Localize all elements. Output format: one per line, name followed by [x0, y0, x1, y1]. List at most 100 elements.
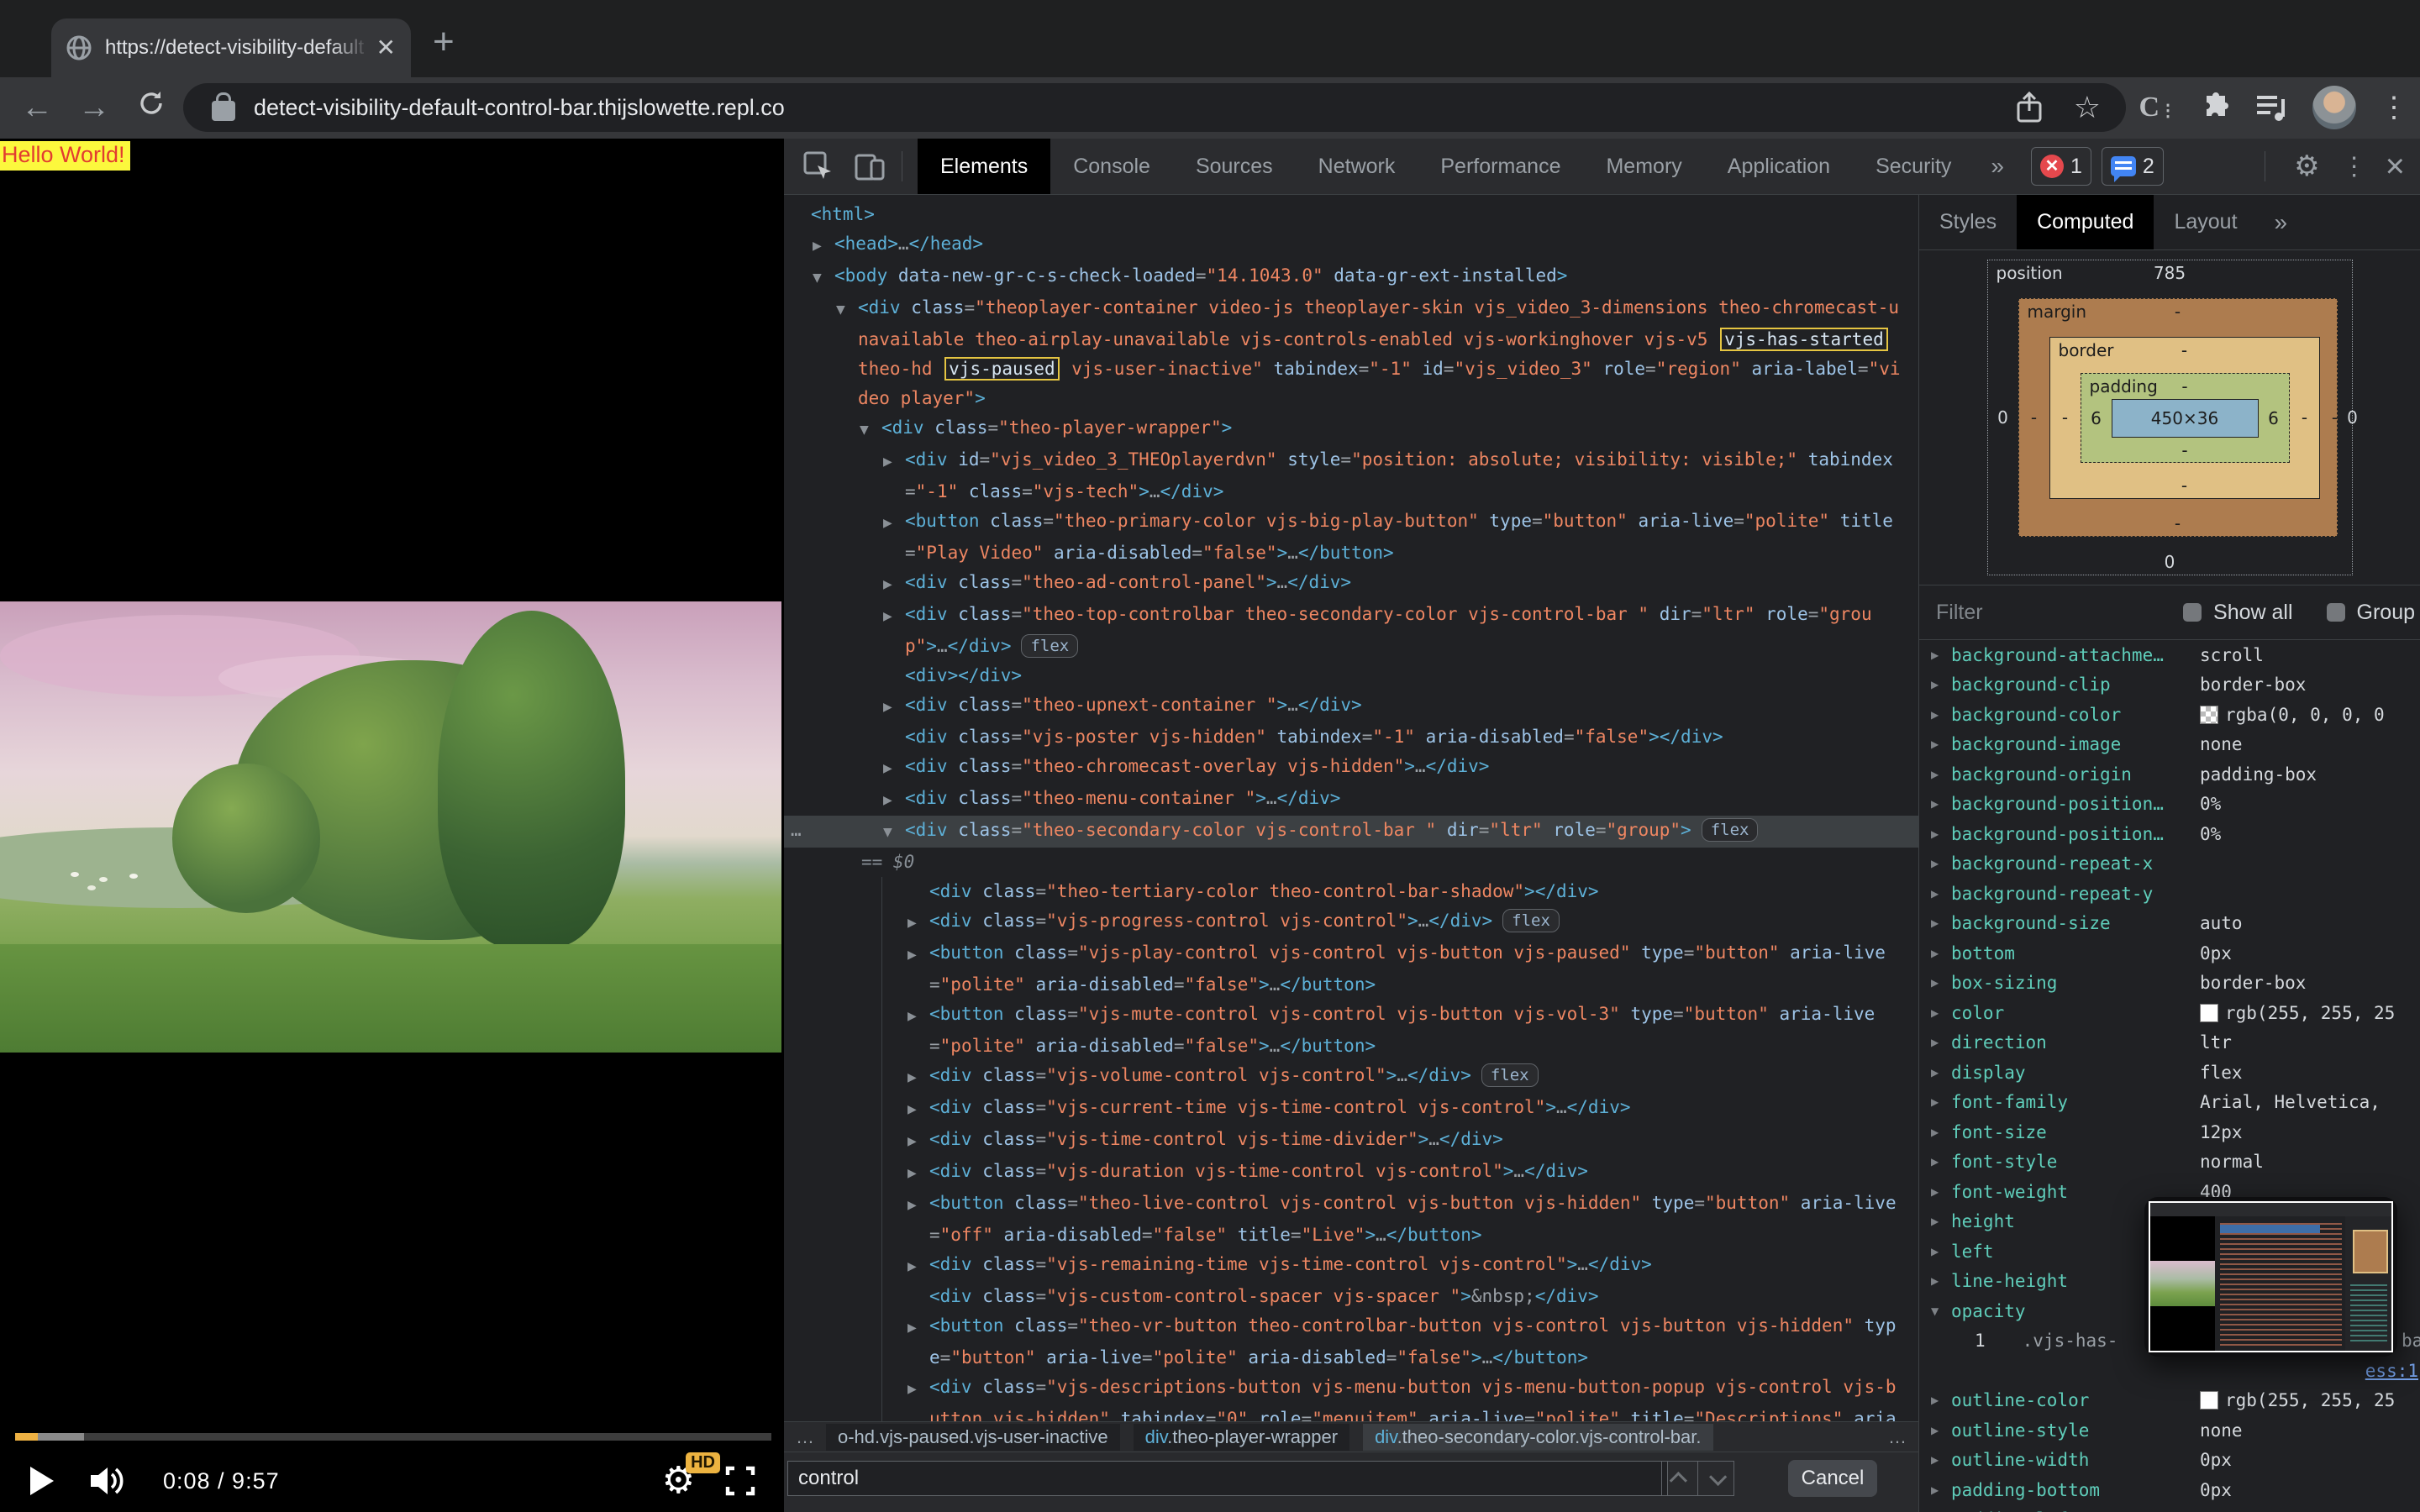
position-bottom-value[interactable]: 0	[2165, 552, 2175, 572]
dom-tree-line[interactable]: ▶<div class="vjs-remaining-time vjs-time…	[882, 1250, 1918, 1282]
computed-property-row[interactable]: ▶colorrgb(255, 255, 25	[1919, 998, 2420, 1028]
tree-expand-arrow-icon[interactable]: ▶	[908, 1095, 929, 1125]
position-left-value[interactable]: 0	[1988, 407, 2018, 428]
dom-tree-line[interactable]: ▶<div class="theo-upnext-container ">…</…	[784, 690, 1918, 722]
devtools-tab-memory[interactable]: Memory	[1583, 139, 1704, 194]
dom-tree-line[interactable]: ▶<div class="theo-ad-control-panel">…</d…	[784, 568, 1918, 600]
screenshot-preview-thumbnail[interactable]	[2144, 1197, 2397, 1357]
dom-tree-line[interactable]: ▶<div class="vjs-time-control vjs-time-d…	[882, 1125, 1918, 1157]
dom-tree-line[interactable]: <div class="vjs-custom-control-spacer vj…	[882, 1282, 1918, 1311]
computed-property-row[interactable]: ▶font-familyArial, Helvetica,	[1919, 1088, 2420, 1118]
breadcrumb-item[interactable]: o-hd.vjs-paused.vjs-user-inactive	[826, 1424, 1120, 1451]
devtools-tab-performance[interactable]: Performance	[1418, 139, 1583, 194]
computed-property-row[interactable]: ▶font-stylenormal	[1919, 1147, 2420, 1178]
property-expand-arrow-icon[interactable]: ▶	[1931, 738, 1951, 750]
property-expand-arrow-icon[interactable]: ▶	[1931, 1394, 1951, 1406]
dom-tree-line[interactable]: ▶<div class="vjs-duration vjs-time-contr…	[882, 1157, 1918, 1189]
find-next-button[interactable]	[1697, 1462, 1733, 1495]
computed-property-row[interactable]: ▶padding-bottom0px	[1919, 1475, 2420, 1505]
tree-expand-arrow-icon[interactable]: ▶	[908, 1063, 929, 1093]
computed-property-row[interactable]: ▶background-colorrgba(0, 0, 0, 0	[1919, 700, 2420, 730]
dom-tree-line[interactable]: ▼<div class="theoplayer-container video-…	[784, 293, 1918, 413]
tree-expand-arrow-icon[interactable]: ▶	[908, 1127, 929, 1157]
devtools-tab-application[interactable]: Application	[1705, 139, 1853, 194]
computed-property-row[interactable]: ▶background-position…0%	[1919, 819, 2420, 849]
flex-badge[interactable]: flex	[1021, 634, 1078, 658]
sidebar-tab-layout[interactable]: Layout	[2154, 195, 2257, 249]
computed-property-row[interactable]: ▶outline-width0px	[1919, 1446, 2420, 1476]
playlist-icon[interactable]	[2255, 92, 2289, 123]
color-swatch[interactable]	[2200, 1004, 2218, 1022]
tree-expand-arrow-icon[interactable]: ▶	[883, 786, 905, 816]
padding-left-value[interactable]: 6	[2081, 408, 2112, 428]
sidebar-tab-computed[interactable]: Computed	[2017, 195, 2154, 249]
dom-tree-line[interactable]: ▶<button class="theo-live-control vjs-co…	[882, 1189, 1918, 1250]
tree-expand-arrow-icon[interactable]: ▶	[883, 570, 905, 600]
dom-tree-line[interactable]: ▶<button class="theo-vr-button theo-cont…	[882, 1311, 1918, 1373]
error-badge[interactable]: ✕ 1	[2031, 147, 2091, 186]
border-left-value[interactable]: -	[2050, 407, 2081, 428]
border-right-value[interactable]: -	[2290, 407, 2320, 428]
find-input[interactable]	[787, 1461, 1668, 1496]
margin-top-value[interactable]: -	[2175, 302, 2181, 322]
dom-tree-line[interactable]: ▶<div class="theo-top-controlbar theo-se…	[784, 600, 1918, 661]
padding-bottom-value[interactable]: -	[2181, 440, 2187, 460]
tree-expand-arrow-icon[interactable]: ▶	[883, 754, 905, 784]
computed-property-row[interactable]: ▶padding-left6px	[1919, 1505, 2420, 1512]
color-swatch[interactable]	[2200, 706, 2218, 724]
property-expand-arrow-icon[interactable]: ▶	[1931, 1037, 1951, 1048]
find-previous-button[interactable]	[1662, 1462, 1697, 1495]
devtools-menu-icon[interactable]: ⋮	[2342, 152, 2367, 181]
position-top-value[interactable]: 785	[2154, 263, 2186, 283]
tree-expand-arrow-icon[interactable]: ▶	[908, 1252, 929, 1282]
computed-property-row[interactable]: ▶background-repeat-y	[1919, 879, 2420, 909]
property-expand-arrow-icon[interactable]: ▶	[1931, 679, 1951, 690]
tree-row-ellipsis[interactable]: …	[791, 816, 802, 845]
dom-tree-line[interactable]: ▼<body data-new-gr-c-s-check-loaded="14.…	[784, 261, 1918, 293]
volume-icon[interactable]	[89, 1464, 128, 1498]
play-button[interactable]	[30, 1467, 54, 1495]
computed-property-row[interactable]: ▶bottom0px	[1919, 938, 2420, 969]
property-expand-arrow-icon[interactable]: ▶	[1931, 1096, 1951, 1108]
breadcrumb-overflow-right[interactable]: …	[1888, 1426, 1907, 1448]
margin-bottom-value[interactable]: -	[2175, 513, 2181, 533]
settings-button[interactable]: ⚙ HD	[662, 1462, 695, 1499]
property-expand-arrow-icon[interactable]: ▶	[1931, 977, 1951, 989]
stylesheet-link[interactable]: ess:1	[2365, 1361, 2418, 1381]
border-top-value[interactable]: -	[2181, 340, 2187, 360]
border-bottom-value[interactable]: -	[2181, 475, 2187, 496]
flex-badge[interactable]: flex	[1502, 909, 1560, 932]
dom-tree-line[interactable]: ▼<div class="theo-player-wrapper">	[784, 413, 1918, 445]
computed-property-row[interactable]: ▶box-sizingborder-box	[1919, 969, 2420, 999]
computed-property-row[interactable]: ▶background-imagenone	[1919, 730, 2420, 760]
reload-button[interactable]	[129, 86, 173, 129]
tree-expand-arrow-icon[interactable]: ▶	[908, 1002, 929, 1032]
browser-menu-icon[interactable]: ⋮	[2380, 91, 2408, 124]
show-all-checkbox[interactable]	[2183, 603, 2202, 622]
property-expand-arrow-icon[interactable]: ▶	[1931, 1067, 1951, 1079]
devtools-close-icon[interactable]: ×	[2386, 148, 2405, 186]
forward-button[interactable]: →	[72, 86, 116, 129]
property-expand-arrow-icon[interactable]: ▶	[1931, 769, 1951, 780]
tree-expand-arrow-icon[interactable]: ▶	[883, 509, 905, 538]
computed-property-row[interactable]: ▶background-attachme…scroll	[1919, 640, 2420, 670]
property-expand-arrow-icon[interactable]: ▶	[1931, 1425, 1951, 1436]
dom-tree-line[interactable]: == $0	[784, 848, 1918, 877]
breadcrumb-item[interactable]: div.theo-player-wrapper	[1134, 1424, 1349, 1451]
property-expand-arrow-icon[interactable]: ▶	[1931, 1186, 1951, 1198]
back-button[interactable]: ←	[15, 86, 59, 129]
dom-tree-line[interactable]: <div class="vjs-poster vjs-hidden" tabin…	[784, 722, 1918, 752]
dom-tree-line[interactable]: ▶<button class="vjs-play-control vjs-con…	[882, 938, 1918, 1000]
computed-property-row[interactable]: ▶background-clipborder-box	[1919, 670, 2420, 701]
dom-tree-line[interactable]: ▶<button class="vjs-mute-control vjs-con…	[882, 1000, 1918, 1061]
dom-tree-line[interactable]: ▶<div class="theo-menu-container ">…</di…	[784, 784, 1918, 816]
issues-badge[interactable]: 2	[2102, 147, 2164, 186]
tree-expand-arrow-icon[interactable]: ▶	[883, 448, 905, 477]
inspect-icon[interactable]	[802, 150, 834, 182]
flex-badge[interactable]: flex	[1702, 818, 1759, 842]
video-progress-bar[interactable]	[15, 1433, 771, 1441]
computed-property-row[interactable]: ▶outline-colorrgb(255, 255, 25	[1919, 1386, 2420, 1416]
color-swatch[interactable]	[2200, 1391, 2218, 1410]
breadcrumb-overflow-left[interactable]: …	[796, 1426, 814, 1448]
devtools-tab-console[interactable]: Console	[1050, 139, 1173, 194]
